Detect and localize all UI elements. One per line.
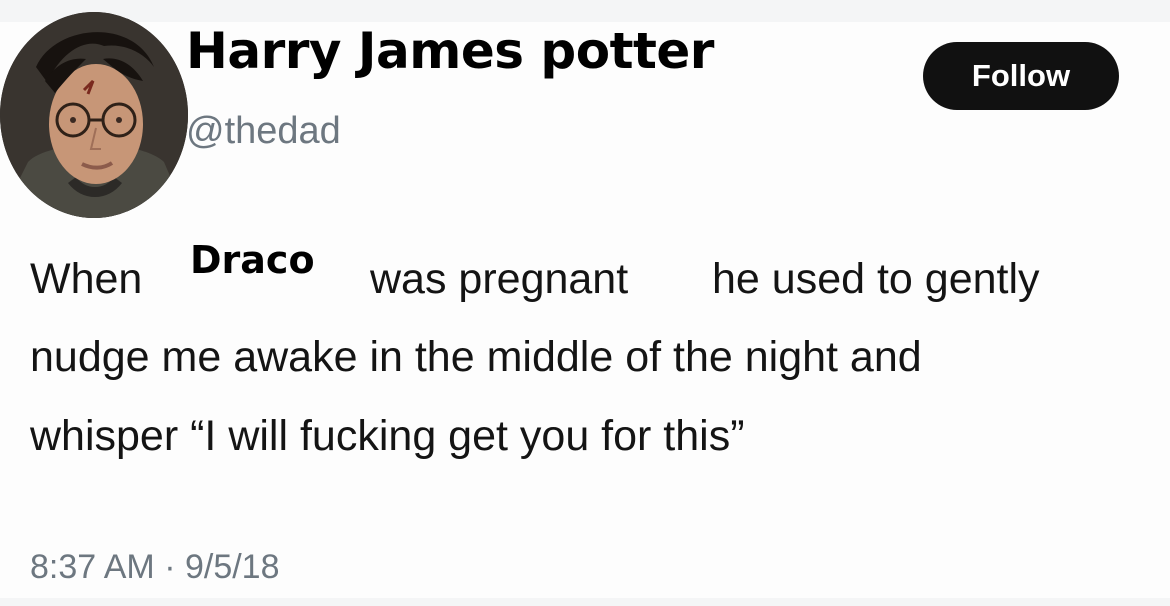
tweet-text-line-3: whisper “I will fucking get you for this… (30, 412, 745, 460)
profile-photo-icon (0, 12, 188, 218)
tweet-text-line-1-end: he used to gently (712, 255, 1040, 303)
avatar[interactable] (0, 12, 188, 218)
tweet-card: Harry James potter @thedad Follow When D… (0, 0, 1170, 606)
display-name[interactable]: Harry James potter (186, 26, 714, 76)
overlay-name: Draco (190, 238, 315, 282)
timestamp[interactable]: 8:37 AM · 9/5/18 (30, 550, 280, 584)
tweet-text-line-2: nudge me awake in the middle of the nigh… (30, 333, 922, 381)
follow-button[interactable]: Follow (923, 42, 1119, 110)
top-strip (0, 0, 1170, 22)
bottom-strip (0, 598, 1170, 606)
user-handle[interactable]: @thedad (186, 112, 341, 150)
tweet-text-line-1-middle: was pregnant (370, 255, 629, 303)
tweet-text-line-1-start: When (30, 255, 143, 303)
